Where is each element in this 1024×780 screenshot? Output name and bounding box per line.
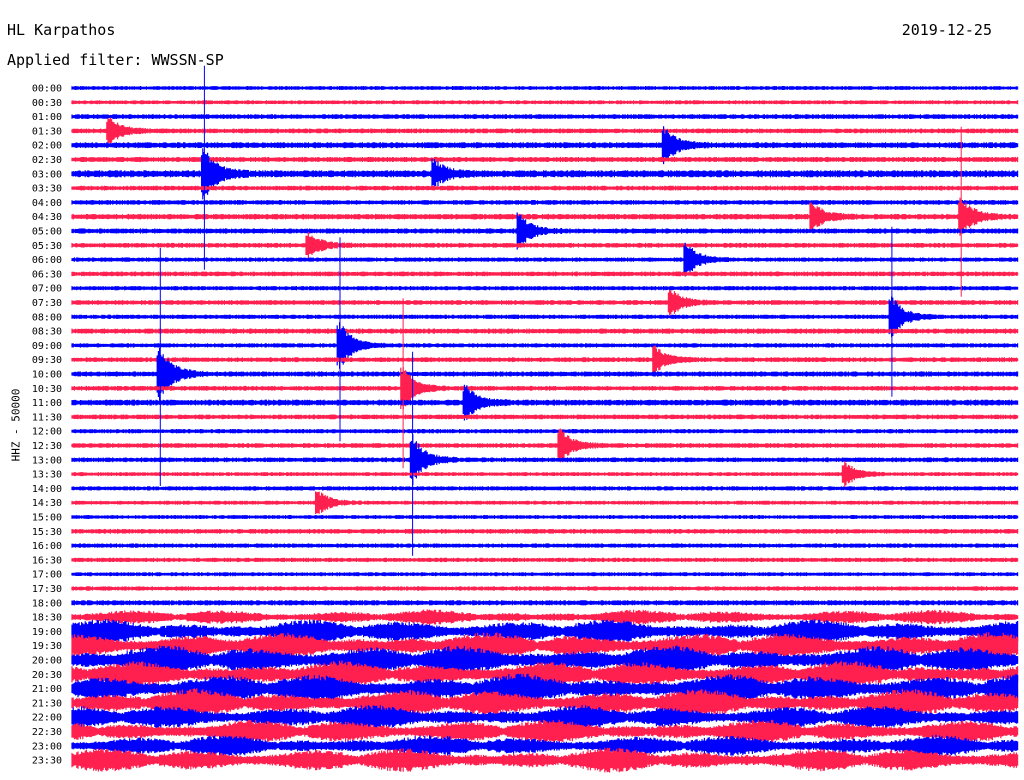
helicorder-plot: 00:00 00:30 01:00 01:30 02:00 02:30 03:00 03:30… [32,65,1019,773]
trace-row [71,586,1019,591]
row-label: 22:00 [32,713,62,724]
row-label: 07:30 [32,298,62,309]
row-label: 02:00 [32,141,62,152]
row-label: 10:30 [32,384,62,395]
row-tick-labels: 00:00 00:30 01:00 01:30 02:00 02:30 03:00 03:30… [32,84,62,767]
trace-row [71,528,1019,534]
row-label: 11:00 [32,398,62,409]
row-label: 00:30 [32,98,62,109]
row-label: 11:30 [32,412,62,423]
row-label: 02:30 [32,155,62,166]
trace-row [71,428,1019,463]
row-label: 01:30 [32,126,62,137]
row-label: 21:30 [32,698,62,709]
row-label: 20:30 [32,670,62,681]
row-label: 12:00 [32,427,62,438]
row-label: 10:00 [32,370,62,381]
trace-row [71,543,1019,548]
row-label: 13:00 [32,455,62,466]
trace-row [71,200,1019,205]
trace-row [71,345,1019,374]
row-label: 21:00 [32,684,62,695]
row-label: 14:30 [32,498,62,509]
trace-row [71,515,1019,519]
row-label: 03:30 [32,184,62,195]
row-label: 23:30 [32,756,62,767]
trace-row [71,609,1019,625]
row-label: 00:00 [32,84,62,95]
row-label: 05:00 [32,227,62,238]
trace-row [71,434,1019,486]
row-label: 18:30 [32,613,62,624]
trace-row [71,86,1019,90]
trace-row [71,185,1019,191]
row-label: 23:00 [32,741,62,752]
row-label: 06:30 [32,269,62,280]
row-label: 17:30 [32,584,62,595]
row-label: 19:00 [32,627,62,638]
trace-row [71,429,1019,434]
row-label: 09:00 [32,341,62,352]
row-label: 04:00 [32,198,62,209]
trace-row [71,289,1019,316]
row-label: 13:30 [32,470,62,481]
row-label: 07:00 [32,284,62,295]
row-label: 06:00 [32,255,62,266]
row-label: 14:00 [32,484,62,495]
trace-row [71,242,1019,277]
row-label: 15:00 [32,513,62,524]
row-label: 05:30 [32,241,62,252]
row-label: 08:00 [32,312,62,323]
row-label: 09:30 [32,355,62,366]
row-label: 04:30 [32,212,62,223]
trace-row [71,231,1019,259]
trace-row [71,328,1019,334]
trace-row [71,557,1019,563]
trace-row [71,271,1019,277]
trace-row [71,114,1019,119]
trace-row [71,117,1019,145]
row-label: 19:30 [32,641,62,652]
row-label: 20:00 [32,656,62,667]
trace-row [71,286,1019,291]
trace-row [71,600,1019,606]
row-label: 01:00 [32,112,62,123]
row-label: 17:00 [32,570,62,581]
trace-row [71,414,1019,420]
row-label: 18:00 [32,598,62,609]
trace-row [71,486,1019,491]
trace-row [71,347,1019,401]
row-label: 15:30 [32,527,62,538]
trace-group [71,86,1019,773]
spike-group [159,65,962,556]
trace-row [71,572,1019,577]
row-label: 16:00 [32,541,62,552]
trace-row [71,148,1019,200]
trace-row [71,461,1019,487]
row-label: 12:30 [32,441,62,452]
row-label: 22:30 [32,727,62,738]
trace-row [71,491,1019,514]
trace-row [71,100,1019,105]
row-label: 08:30 [32,327,62,338]
row-label: 16:30 [32,555,62,566]
row-label: 03:00 [32,169,62,180]
